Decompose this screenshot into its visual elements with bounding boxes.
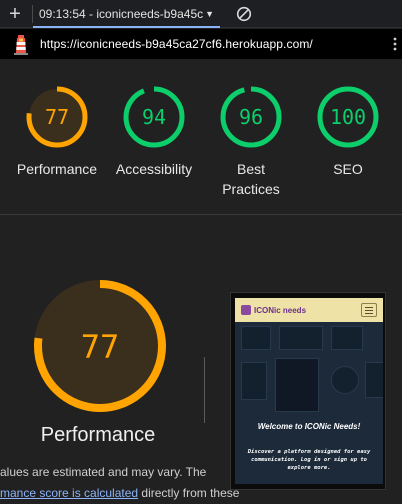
hamburger-icon (361, 303, 377, 317)
url-bar: https://iconicneeds-b9a45ca27cf6.herokua… (0, 29, 402, 59)
hero-tile (241, 362, 267, 400)
site-hero: Welcome to ICONic Needs! Discover a plat… (235, 322, 383, 484)
site-brand: ICONic needs (254, 305, 307, 315)
gauge-label: Performance (16, 161, 98, 177)
gauge-value: 96 (239, 105, 263, 129)
gauge-accessibility[interactable]: 94 Accessibility (109, 83, 199, 179)
gauge-ring: 100 (317, 86, 379, 148)
gauge-value: 77 (45, 105, 69, 129)
gauge-value: 94 (142, 105, 166, 129)
gauge-ring: 77 (26, 86, 88, 148)
vertical-divider (204, 357, 205, 423)
site-logo-icon (241, 305, 251, 315)
hero-tile (241, 326, 271, 350)
site-welcome-subtitle: Discover a platform designed for easy co… (247, 449, 371, 471)
hero-tile (275, 358, 319, 412)
gauge-performance[interactable]: 77 Performance (12, 83, 102, 179)
page-url[interactable]: https://iconicneeds-b9a45ca27cf6.herokua… (40, 37, 313, 51)
hero-tile (331, 326, 363, 350)
devtools-toolbar: + 09:13:54 - iconicneeds-b9a45c ▼ (0, 0, 402, 28)
hero-tile (331, 366, 359, 394)
gauge-best-practices[interactable]: 96 Best Practices (206, 83, 296, 199)
gauge-label: SEO (333, 161, 363, 177)
performance-description: alues are estimated and may vary. The ma… (0, 462, 240, 504)
block-icon[interactable] (236, 6, 252, 22)
performance-title: Performance (40, 424, 156, 446)
final-screenshot[interactable]: ICONic needs Welcome to ICONic Needs! Di… (230, 292, 386, 490)
toolbar-divider (32, 4, 33, 23)
gauge-label: Accessibility (115, 161, 193, 177)
hero-tile (279, 326, 323, 350)
report-selector[interactable]: 09:13:54 - iconicneeds-b9a45c ▼ (32, 0, 221, 28)
gauge-seo[interactable]: 100 SEO (303, 83, 393, 179)
description-line-2: mance score is calculated directly from … (0, 483, 240, 504)
performance-score: 77 (81, 328, 120, 366)
score-calculated-link[interactable]: mance score is calculated (0, 486, 138, 500)
plus-icon[interactable]: + (0, 0, 30, 28)
performance-gauge-large: 77 (34, 280, 166, 412)
report-selector-label: 09:13:54 - iconicneeds-b9a45c (39, 6, 204, 21)
site-welcome-heading: Welcome to ICONic Needs! (257, 422, 361, 431)
description-rest: directly from these (138, 486, 240, 500)
gauge-label: Best Practices (222, 161, 280, 197)
gauge-ring: 94 (123, 86, 185, 148)
caret-down-icon: ▼ (205, 8, 215, 19)
site-navbar: ICONic needs (235, 298, 383, 322)
lighthouse-icon (14, 35, 28, 55)
section-divider (0, 214, 402, 215)
description-line: alues are estimated and may vary. The (0, 465, 207, 479)
gauge-ring: 96 (220, 86, 282, 148)
gauge-value: 100 (330, 105, 366, 129)
hero-tile (365, 362, 383, 398)
score-gauges: 77 Performance 94 Accessibility 96 Best … (0, 59, 402, 213)
more-vertical-icon[interactable] (392, 36, 398, 52)
